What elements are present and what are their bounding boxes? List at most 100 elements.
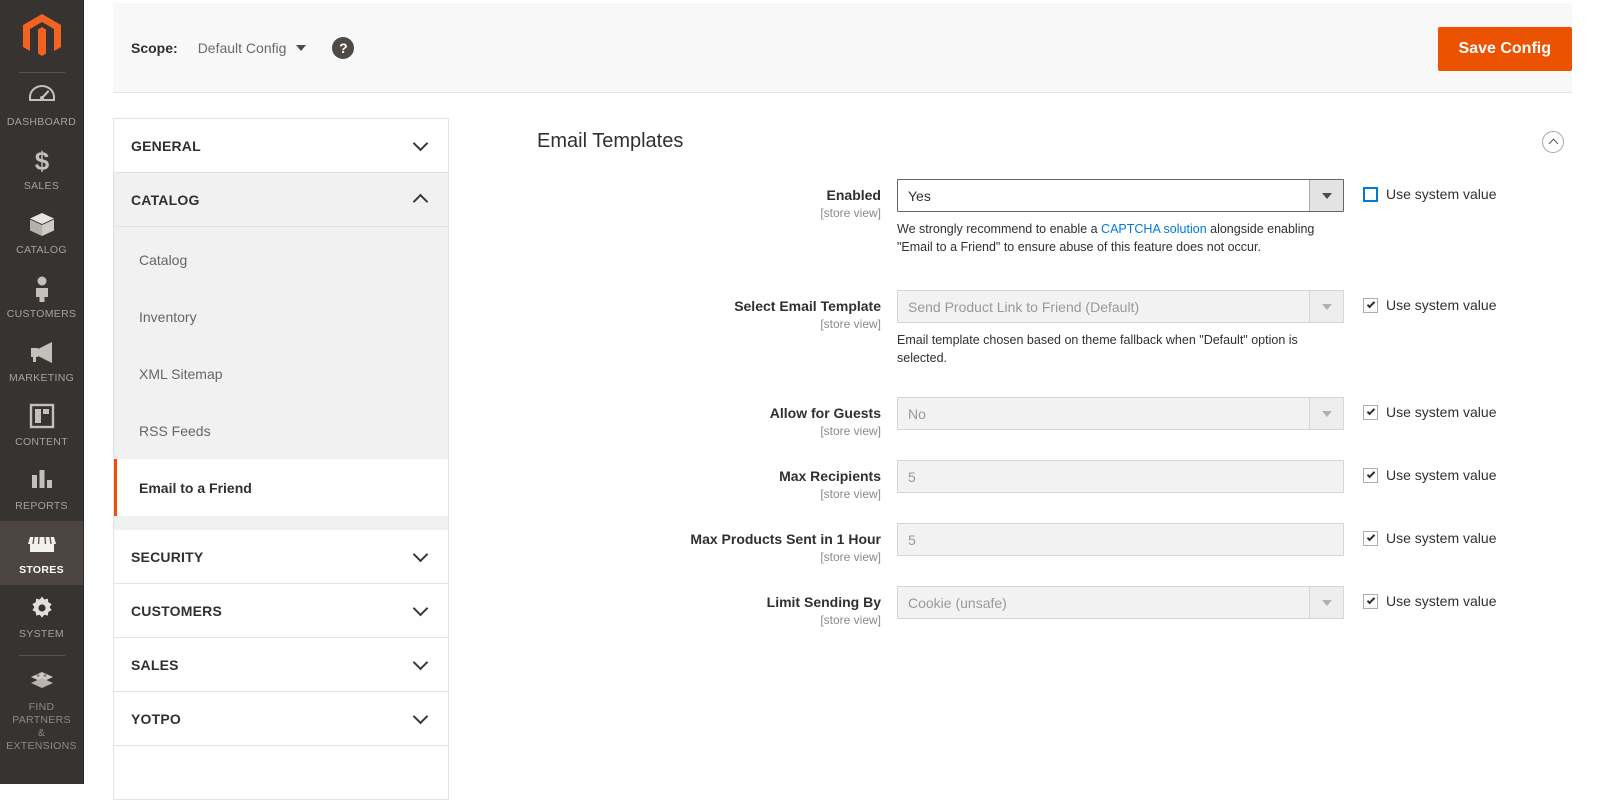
select-dropdown-button[interactable] <box>1309 291 1343 322</box>
chevron-down-icon <box>296 44 307 51</box>
use-system-value-label: Use system value <box>1386 404 1497 420</box>
use-system-value-checkbox[interactable] <box>1363 297 1378 313</box>
sidebar-item-marketing[interactable]: MARKETING <box>0 329 83 393</box>
sidebar-item-customers[interactable]: CUSTOMERS <box>0 265 83 329</box>
config-item-email-to-a-friend[interactable]: Email to a Friend <box>114 459 448 516</box>
sidebar-item-catalog[interactable]: CATALOG <box>0 201 83 265</box>
sidebar-item-label: MARKETING <box>8 372 75 384</box>
chevron-down-icon <box>412 654 429 670</box>
config-section-catalog-children: Catalog Inventory XML Sitemap RSS Feeds … <box>114 227 448 530</box>
allow-for-guests-value: No <box>908 405 926 422</box>
config-section-next[interactable] <box>114 746 448 800</box>
admin-sidebar: DASHBOARD $ SALES CATALOG CUSTOMERS MARK… <box>0 0 84 784</box>
field-control-col: Send Product Link to Friend (Default) Em… <box>897 290 1344 367</box>
field-label-col: Max Recipients [store view] <box>477 460 897 502</box>
use-system-value-checkbox[interactable] <box>1363 186 1378 202</box>
nav-divider-bottom <box>18 655 65 656</box>
question-mark-icon[interactable]: ? <box>332 36 355 59</box>
box-icon <box>2 211 81 241</box>
field-row-select-email-template: Select Email Template [store view] Send … <box>477 290 1572 367</box>
enabled-field-note: We strongly recommend to enable a CAPTCH… <box>897 220 1333 256</box>
layout-window-icon <box>2 403 81 433</box>
use-system-value-checkbox[interactable] <box>1363 530 1378 546</box>
use-system-value-checkbox[interactable] <box>1363 593 1378 609</box>
use-system-value-checkbox[interactable] <box>1363 467 1378 483</box>
config-section-title: SECURITY <box>131 548 204 565</box>
field-row-max-products-sent-in-1-hour: Max Products Sent in 1 Hour [store view]… <box>477 523 1572 565</box>
max-products-sent-value: 5 <box>908 531 916 548</box>
max-recipients-input[interactable]: 5 <box>897 460 1344 493</box>
chevron-up-circle-icon[interactable] <box>1542 130 1564 153</box>
magento-logo-icon <box>22 14 61 56</box>
sidebar-item-label: DASHBOARD <box>6 116 77 128</box>
chevron-down-icon <box>412 546 429 562</box>
sidebar-item-find-partners-extensions[interactable]: FIND PARTNERS & EXTENSIONS <box>0 658 83 761</box>
select-email-template-select[interactable]: Send Product Link to Friend (Default) <box>897 290 1344 323</box>
scope-selector[interactable]: Default Config <box>198 40 307 56</box>
use-system-value-checkbox[interactable] <box>1363 404 1378 420</box>
bar-chart-icon <box>2 467 81 497</box>
config-item-rss-feeds[interactable]: RSS Feeds <box>114 402 448 459</box>
field-label: Enabled <box>826 187 881 203</box>
megaphone-icon <box>2 339 81 369</box>
allow-for-guests-select[interactable]: No <box>897 397 1344 430</box>
page-title: Email Templates <box>537 130 684 152</box>
field-label: Limit Sending By <box>766 594 881 610</box>
config-section-sales[interactable]: SALES <box>114 638 448 692</box>
limit-sending-by-value: Cookie (unsafe) <box>908 594 1007 611</box>
select-dropdown-button[interactable] <box>1309 180 1343 211</box>
save-config-button[interactable]: Save Config <box>1437 27 1572 71</box>
field-row-enabled: Enabled [store view] Yes We strongly rec… <box>477 179 1572 256</box>
sidebar-item-system[interactable]: SYSTEM <box>0 585 83 649</box>
sidebar-item-label: CATALOG <box>16 244 67 256</box>
sidebar-item-stores[interactable]: STORES <box>0 521 83 585</box>
field-label: Max Recipients <box>779 468 881 484</box>
scope-selector-value: Default Config <box>197 39 287 56</box>
max-products-sent-input[interactable]: 5 <box>897 523 1344 556</box>
select-email-template-note: Email template chosen based on theme fal… <box>897 333 1298 365</box>
sidebar-item-label: SYSTEM <box>19 628 64 640</box>
config-section-general[interactable]: GENERAL <box>114 119 448 173</box>
config-section-security[interactable]: SECURITY <box>114 530 448 584</box>
chevron-up-icon <box>412 193 429 210</box>
limit-sending-by-select[interactable]: Cookie (unsafe) <box>897 586 1344 619</box>
config-section-title: CUSTOMERS <box>131 602 222 619</box>
scope-bar: Scope: Default Config ? <box>113 3 1572 93</box>
field-scope: [store view] <box>820 613 881 627</box>
use-system-value-label: Use system value <box>1386 297 1497 313</box>
field-control-col: Cookie (unsafe) <box>897 586 1344 619</box>
use-system-value-select-email-template: Use system value <box>1363 290 1496 313</box>
magento-logo[interactable] <box>0 0 83 72</box>
sidebar-item-dashboard[interactable]: DASHBOARD <box>0 73 83 137</box>
use-system-value-label: Use system value <box>1386 467 1497 483</box>
config-item-xml-sitemap[interactable]: XML Sitemap <box>114 345 448 402</box>
select-dropdown-button[interactable] <box>1309 587 1343 618</box>
use-system-value-label: Use system value <box>1386 530 1497 546</box>
sidebar-item-reports[interactable]: REPORTS <box>0 457 83 521</box>
config-section-yotpo[interactable]: YOTPO <box>114 692 448 746</box>
field-scope: [store view] <box>820 550 881 564</box>
field-row-limit-sending-by: Limit Sending By [store view] Cookie (un… <box>477 586 1572 628</box>
use-system-value-allow-for-guests: Use system value <box>1363 397 1496 420</box>
config-section-customers[interactable]: CUSTOMERS <box>114 584 448 638</box>
sidebar-item-sales[interactable]: $ SALES <box>0 137 83 201</box>
check-icon <box>1366 469 1375 479</box>
caret-down-icon <box>1321 599 1332 606</box>
field-scope: [store view] <box>820 487 881 501</box>
config-section-title: CATALOG <box>131 191 200 208</box>
enabled-select[interactable]: Yes <box>897 179 1344 212</box>
sidebar-item-label: REPORTS <box>15 500 68 512</box>
captcha-solution-link[interactable]: CAPTCHA solution <box>1101 222 1207 236</box>
use-system-value-max-recipients: Use system value <box>1363 460 1496 483</box>
select-dropdown-button[interactable] <box>1309 398 1343 429</box>
sidebar-item-content[interactable]: CONTENT <box>0 393 83 457</box>
config-item-inventory[interactable]: Inventory <box>114 288 448 345</box>
sidebar-item-label: SALES <box>23 180 60 192</box>
config-section-catalog[interactable]: CATALOG <box>114 173 448 227</box>
sidebar-item-label: CONTENT <box>15 436 68 448</box>
config-section-title: SALES <box>131 656 179 673</box>
config-item-catalog[interactable]: Catalog <box>114 231 448 288</box>
scope-label: Scope: <box>131 39 178 56</box>
use-system-value-limit-sending-by: Use system value <box>1363 586 1496 609</box>
field-label-col: Allow for Guests [store view] <box>477 397 897 439</box>
